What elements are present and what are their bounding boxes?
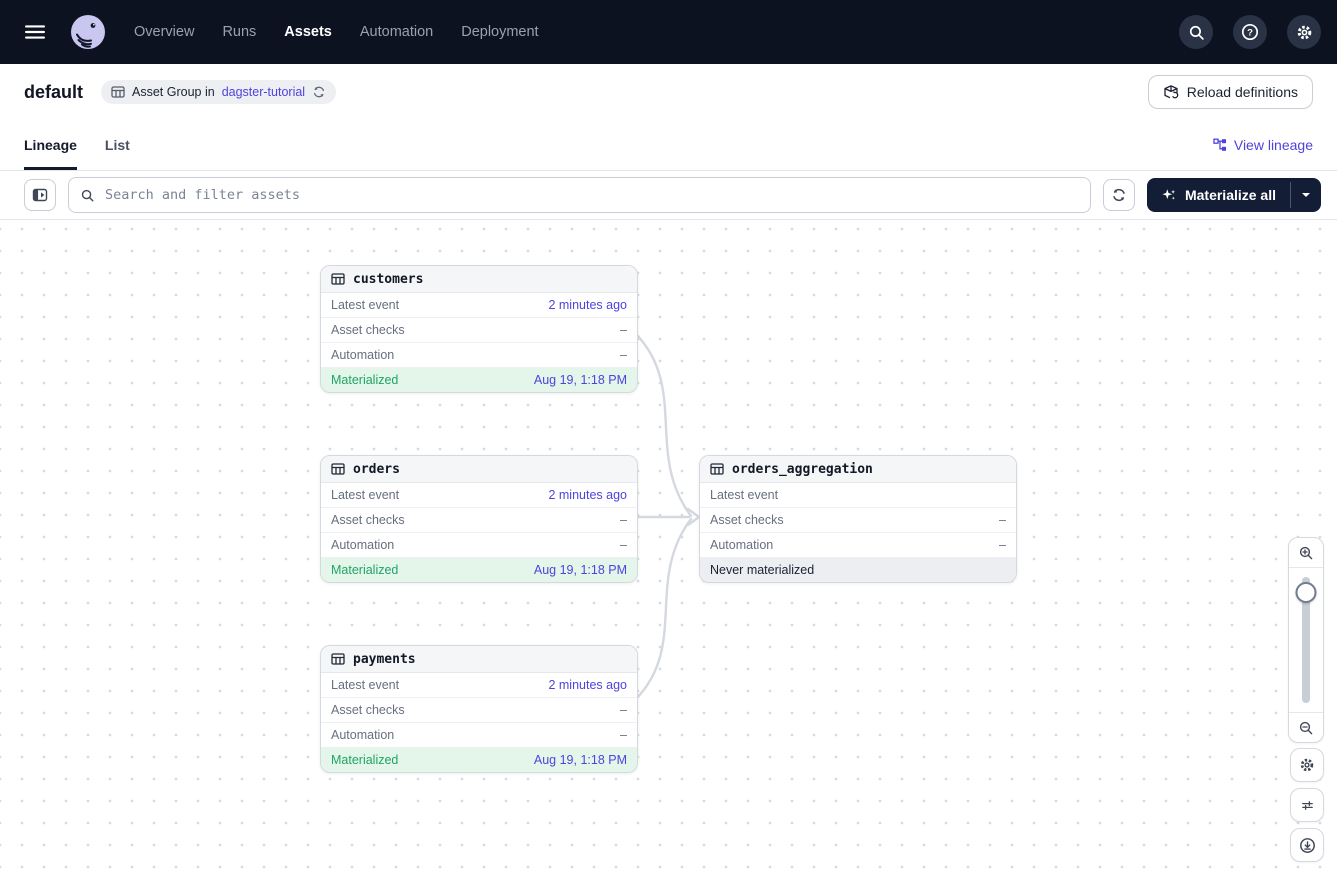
nav-item-overview[interactable]: Overview: [134, 24, 194, 40]
view-lineage-label: View lineage: [1234, 137, 1313, 153]
materialize-options-caret[interactable]: [1291, 178, 1321, 212]
reload-definitions-label: Reload definitions: [1187, 84, 1298, 100]
reload-definitions-button[interactable]: Reload definitions: [1148, 75, 1313, 109]
asset-search-box: [68, 177, 1091, 213]
help-button[interactable]: ?: [1233, 15, 1267, 49]
node-status-row: MaterializedAug 19, 1:18 PM: [321, 748, 637, 772]
recenter-download-button[interactable]: [1290, 828, 1324, 862]
search-icon: [80, 188, 95, 203]
page-title: default: [24, 82, 83, 103]
lineage-canvas[interactable]: customersLatest event2 minutes agoAsset …: [0, 220, 1337, 873]
hamburger-menu-icon[interactable]: [18, 15, 52, 49]
page-header: default Asset Group in dagster-tutorial …: [0, 64, 1337, 120]
graph-settings-button[interactable]: [1290, 748, 1324, 782]
asset-group-text: Asset Group in: [132, 85, 215, 99]
node-row-latest-event: Latest event2 minutes ago: [321, 483, 637, 508]
code-location-reload-icon: [1163, 84, 1179, 100]
tab-list[interactable]: List: [105, 120, 130, 170]
table-asset-icon: [331, 272, 345, 286]
asset-group-badge: Asset Group in dagster-tutorial: [101, 80, 336, 104]
asset-name: payments: [353, 652, 416, 667]
gear-icon: [1299, 757, 1315, 773]
zoom-in-button[interactable]: [1289, 538, 1323, 568]
asset-node-header: orders_aggregation: [700, 456, 1016, 483]
node-row-latest-event: Latest event2 minutes ago: [321, 293, 637, 318]
zoom-slider-handle[interactable]: [1296, 582, 1317, 603]
materialize-all-split-button: Materialize all: [1147, 178, 1321, 212]
code-location-link[interactable]: dagster-tutorial: [222, 85, 305, 99]
node-row-asset-checks: Asset checks–: [321, 318, 637, 343]
zoom-out-icon: [1298, 720, 1314, 736]
node-row-automation: Automation–: [321, 343, 637, 368]
table-asset-icon: [710, 462, 724, 476]
node-row-asset-checks: Asset checks–: [700, 508, 1016, 533]
asset-name: orders: [353, 462, 400, 477]
global-search-button[interactable]: [1179, 15, 1213, 49]
lineage-toolbar: Materialize all: [0, 171, 1337, 220]
node-row-automation: Automation–: [321, 533, 637, 558]
table-asset-icon: [331, 462, 345, 476]
asset-name: customers: [353, 272, 423, 287]
asset-group-icon: [111, 85, 125, 99]
node-row-automation: Automation–: [321, 723, 637, 748]
tab-lineage[interactable]: Lineage: [24, 120, 77, 170]
chevron-down-icon: [1301, 192, 1311, 198]
lineage-edges: [0, 220, 1337, 873]
refresh-icon: [1111, 187, 1127, 203]
panel-expand-icon: [32, 187, 48, 203]
node-status-row: MaterializedAug 19, 1:18 PM: [321, 368, 637, 392]
asset-node-header: payments: [321, 646, 637, 673]
refresh-graph-button[interactable]: [1103, 179, 1135, 211]
lineage-graph-icon: [1213, 138, 1227, 152]
arrow-down-circle-icon: [1299, 837, 1316, 854]
nav-item-automation[interactable]: Automation: [360, 24, 433, 40]
asset-node-orders[interactable]: orders Latest event2 minutes agoAsset che…: [320, 455, 638, 583]
nav-item-deployment[interactable]: Deployment: [461, 24, 538, 40]
asset-name: orders_aggregation: [732, 462, 873, 477]
svg-text:?: ?: [1247, 27, 1253, 38]
zoom-out-button[interactable]: [1289, 712, 1323, 742]
node-row-asset-checks: Asset checks–: [321, 698, 637, 723]
refresh-status-icon[interactable]: [312, 85, 326, 99]
materialize-all-button[interactable]: Materialize all: [1147, 178, 1290, 212]
zoom-in-icon: [1298, 545, 1314, 561]
asset-node-header: orders: [321, 456, 637, 483]
settings-gear-button[interactable]: [1287, 15, 1321, 49]
top-nav-bar: Overview Runs Assets Automation Deployme…: [0, 0, 1337, 64]
tune-sliders-icon: [1300, 798, 1315, 813]
node-status-row: Never materialized: [700, 558, 1016, 582]
zoom-control-group: [1288, 537, 1324, 743]
search-input[interactable]: [103, 186, 1079, 204]
sparkle-icon: [1161, 187, 1177, 203]
primary-nav: Overview Runs Assets Automation Deployme…: [134, 24, 539, 40]
asset-node-payments[interactable]: payments Latest event2 minutes agoAsset c…: [320, 645, 638, 773]
view-lineage-link[interactable]: View lineage: [1213, 120, 1313, 170]
tab-lineage-label: Lineage: [24, 137, 77, 153]
materialize-all-label: Materialize all: [1185, 187, 1276, 203]
node-row-latest-event: Latest event2 minutes ago: [321, 673, 637, 698]
nav-item-assets[interactable]: Assets: [284, 24, 332, 40]
node-row-asset-checks: Asset checks–: [321, 508, 637, 533]
dagster-logo-icon[interactable]: [70, 14, 106, 50]
node-row-latest-event: Latest event: [700, 483, 1016, 508]
graph-filters-button[interactable]: [1290, 788, 1324, 822]
nav-item-runs[interactable]: Runs: [222, 24, 256, 40]
tab-list-label: List: [105, 137, 130, 153]
asset-node-header: customers: [321, 266, 637, 293]
zoom-slider: [1289, 568, 1323, 712]
node-status-row: MaterializedAug 19, 1:18 PM: [321, 558, 637, 582]
tabs-row: Lineage List View lineage: [0, 120, 1337, 171]
node-row-automation: Automation–: [700, 533, 1016, 558]
open-sidebar-toggle-button[interactable]: [24, 179, 56, 211]
table-asset-icon: [331, 652, 345, 666]
asset-node-customers[interactable]: customers Latest event2 minutes agoAsset …: [320, 265, 638, 393]
asset-node-orders_aggregation[interactable]: orders_aggregation Latest eventAsset chec…: [699, 455, 1017, 583]
